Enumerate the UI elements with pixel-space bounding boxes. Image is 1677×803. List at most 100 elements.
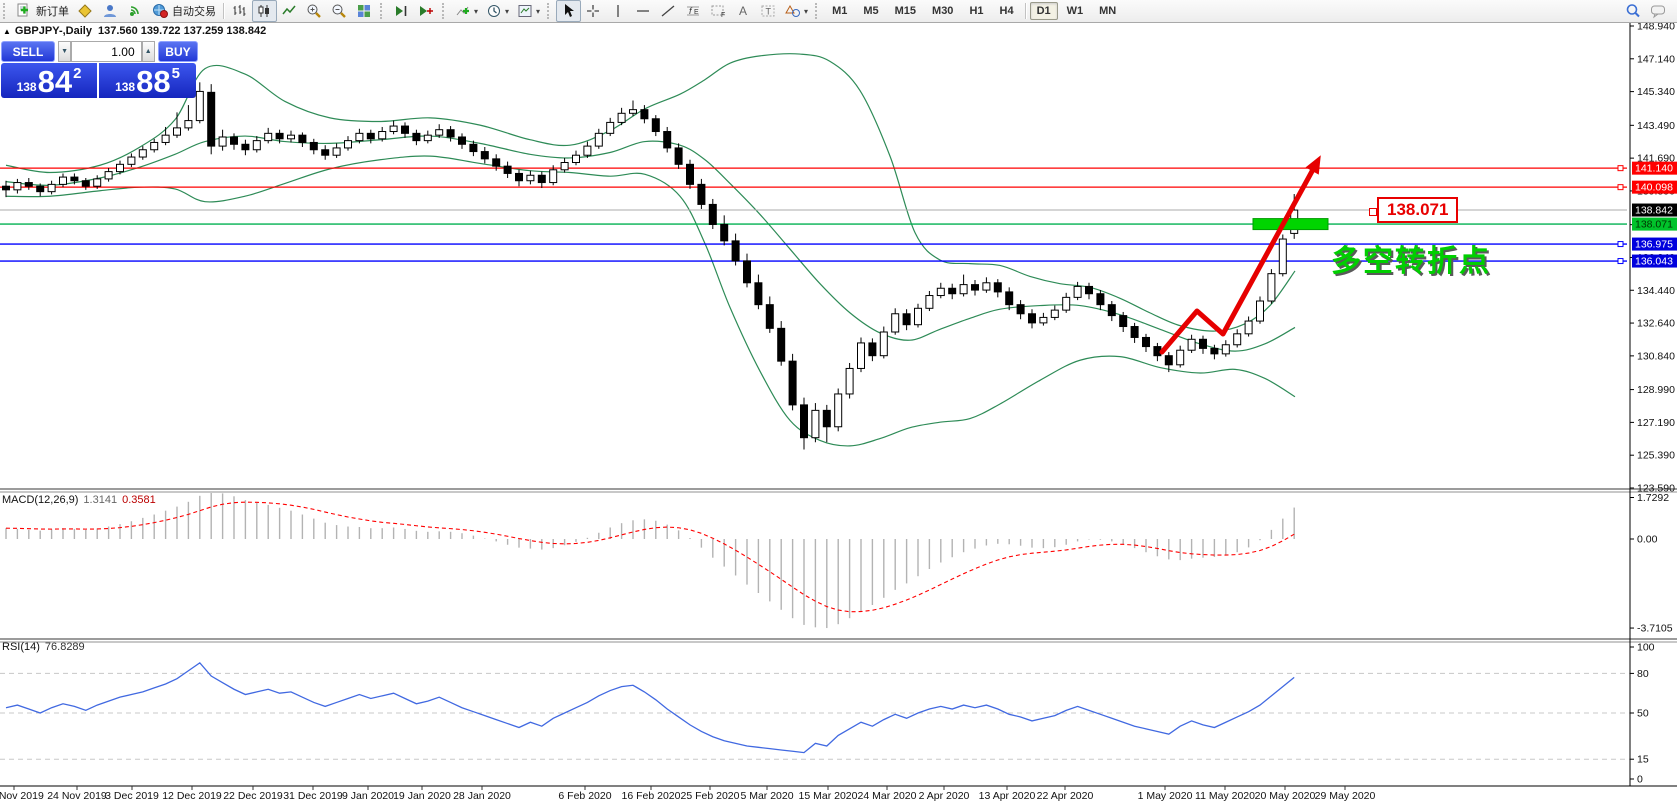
candle-body <box>185 121 192 128</box>
time-tick-label: 20 May 2020 <box>1255 790 1316 802</box>
candle-body <box>721 224 728 240</box>
candle-body <box>37 186 44 191</box>
macd-signal-value: 0.3581 <box>122 494 156 506</box>
timeframe-button-w1[interactable]: W1 <box>1060 2 1091 20</box>
price-level-badge-label: 138.071 <box>1635 219 1673 231</box>
timeframe-button-h1[interactable]: H1 <box>962 2 990 20</box>
text-tool-button[interactable]: A <box>731 0 756 22</box>
signal-icon <box>127 3 144 19</box>
time-tick-label: 24 Nov 2019 <box>47 790 107 802</box>
sell-price-small: 138 <box>17 80 37 94</box>
chat-button[interactable] <box>1646 0 1671 22</box>
timeframe-button-m15[interactable]: M15 <box>888 2 923 20</box>
zoom-out-button[interactable] <box>327 0 352 22</box>
chart-header: ▲ GBPJPY-,Daily 137.560 139.722 137.259 … <box>3 25 272 37</box>
line-handle[interactable] <box>1618 259 1623 264</box>
candle-body <box>402 126 409 133</box>
community-button[interactable] <box>98 0 123 22</box>
volume-input[interactable]: 1.00 <box>71 41 141 62</box>
sell-price-display[interactable]: 138 84 2 <box>1 63 97 98</box>
timeframe-button-m30[interactable]: M30 <box>925 2 960 20</box>
fibonacci-tool-button[interactable]: fE <box>681 0 706 22</box>
autotrading-button[interactable]: 自动交易 <box>148 0 220 22</box>
candle-body <box>812 410 819 437</box>
candle-body <box>310 142 317 149</box>
candle-body <box>823 410 830 426</box>
timeframe-button-h4[interactable]: H4 <box>993 2 1021 20</box>
candle-body <box>1120 316 1127 327</box>
shapes-menu-button[interactable]: ▾ <box>781 0 812 22</box>
candles-icon <box>256 3 273 19</box>
candle-body <box>322 150 329 155</box>
price-tick-label: 128.990 <box>1637 384 1675 396</box>
candle-body <box>744 261 751 283</box>
line-chart-button[interactable] <box>277 0 302 22</box>
time-tick-label: 13 Apr 2020 <box>979 790 1036 802</box>
volume-decrease-button[interactable]: ▼ <box>58 41 71 62</box>
candle-body <box>618 113 625 122</box>
candle-body <box>766 305 773 329</box>
indicators-menu-button[interactable]: ▾ <box>451 0 482 22</box>
buy-button[interactable]: BUY <box>158 41 198 62</box>
candle-body <box>687 164 694 184</box>
bar-chart-button[interactable] <box>227 0 252 22</box>
candle-body <box>926 296 933 309</box>
templates-menu-button[interactable]: ▾ <box>513 0 544 22</box>
price-level-badge-label: 136.975 <box>1635 239 1673 251</box>
auto-scroll-button[interactable] <box>389 0 414 22</box>
timeframe-button-d1[interactable]: D1 <box>1030 2 1058 20</box>
line-handle[interactable] <box>1618 166 1623 171</box>
svg-text:A: A <box>739 4 747 18</box>
cursor-tool-button[interactable] <box>556 0 581 22</box>
candle-body <box>584 146 591 155</box>
tile-windows-button[interactable] <box>352 0 377 22</box>
timeframe-button-mn[interactable]: MN <box>1092 2 1123 20</box>
autoscroll-icon <box>393 3 410 19</box>
rsi-label: RSI(14)76.8289 <box>2 641 85 653</box>
candle-body <box>1211 348 1218 353</box>
turning-point-note[interactable]: 多空转折点 <box>1331 236 1491 280</box>
candle-body <box>994 283 1001 292</box>
candle-body <box>14 183 21 190</box>
candle-body <box>1234 334 1241 345</box>
price-tick-label: 125.390 <box>1637 450 1675 462</box>
signals-button[interactable] <box>123 0 148 22</box>
vertical-line-tool-button[interactable] <box>606 0 631 22</box>
zoom-in-button[interactable] <box>302 0 327 22</box>
rsi-tick-label: 80 <box>1637 668 1649 680</box>
line-chart-icon <box>281 3 298 19</box>
ohlc-readout: 137.560 139.722 137.259 138.842 <box>98 25 266 37</box>
search-button[interactable] <box>1621 0 1646 22</box>
label-tool-button[interactable]: T <box>756 0 781 22</box>
crosshair-tool-button[interactable] <box>581 0 606 22</box>
candle-body <box>835 394 842 427</box>
callout-anchor-handle[interactable] <box>1369 208 1377 216</box>
support-highlight-bar[interactable] <box>1253 219 1328 230</box>
buy-price-display[interactable]: 138 88 5 <box>99 63 196 98</box>
svg-text:T: T <box>766 7 772 17</box>
chart-shift-button[interactable] <box>414 0 439 22</box>
time-tick-label: 19 Jan 2020 <box>393 790 451 802</box>
horizontal-line-tool-button[interactable] <box>631 0 656 22</box>
chart-surface[interactable]: 148.940147.140145.340143.490141.690139.8… <box>0 0 1677 803</box>
price-callout-box[interactable]: 138.071 <box>1377 197 1458 223</box>
price-tick-label: 127.190 <box>1637 417 1675 429</box>
new-order-button[interactable]: 新订单 <box>12 0 73 22</box>
trendline-tool-button[interactable] <box>656 0 681 22</box>
candlestick-chart-button[interactable] <box>252 0 277 22</box>
styler-button[interactable] <box>73 0 98 22</box>
periods-menu-button[interactable]: ▾ <box>482 0 513 22</box>
line-handle[interactable] <box>1618 185 1623 190</box>
channel-tool-button[interactable]: F <box>706 0 731 22</box>
candle-body <box>595 133 602 146</box>
volume-increase-button[interactable]: ▲ <box>142 41 155 62</box>
line-handle[interactable] <box>1618 242 1623 247</box>
indicators-icon <box>455 3 472 19</box>
sell-button[interactable]: SELL <box>1 41 55 62</box>
timeframe-button-m1[interactable]: M1 <box>825 2 854 20</box>
timeframe-button-m5[interactable]: M5 <box>856 2 885 20</box>
candle-body <box>778 328 785 361</box>
candle-body <box>1097 294 1104 305</box>
chart-shift-icon <box>418 3 435 19</box>
buy-price-small: 138 <box>115 80 135 94</box>
